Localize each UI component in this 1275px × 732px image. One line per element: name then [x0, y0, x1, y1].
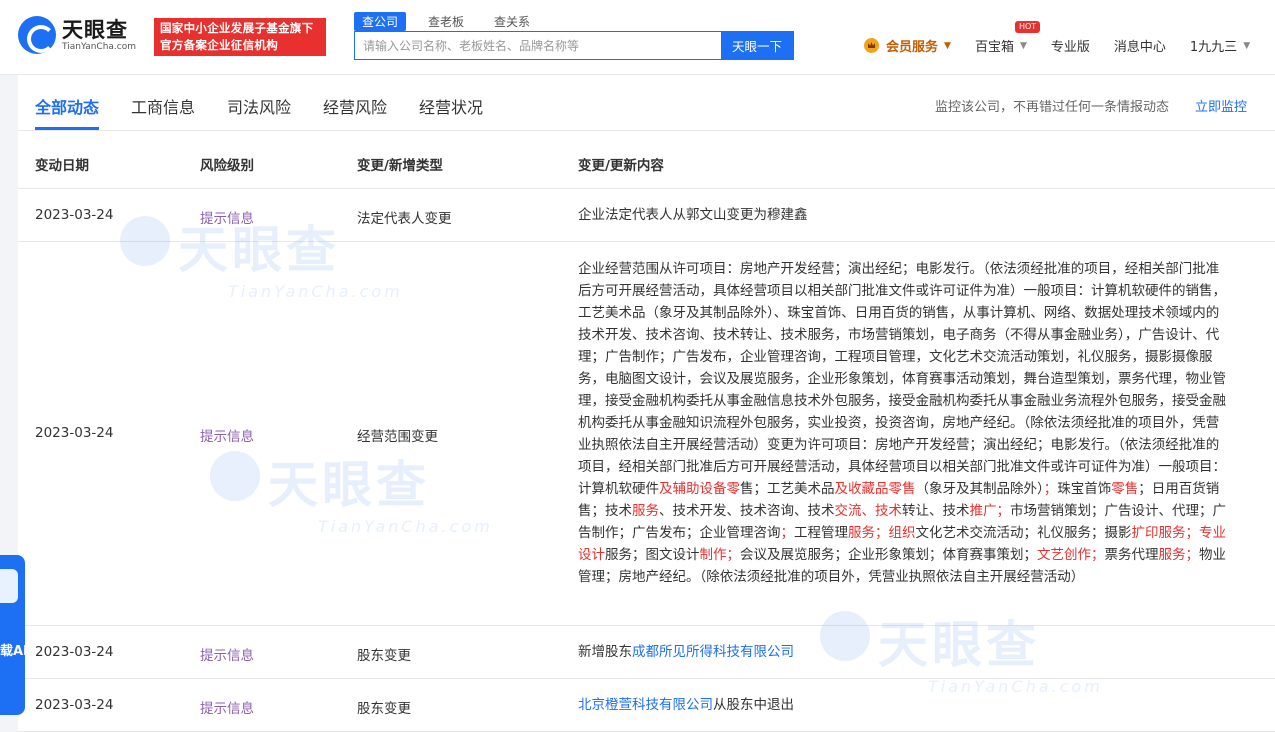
row-risk-level[interactable]: 提示信息: [200, 425, 254, 445]
caret-down-icon: ▼: [944, 40, 951, 51]
highlight-added-text: 零售: [1111, 481, 1139, 497]
logo-name: 天眼查: [62, 17, 128, 42]
qr-code-icon: [0, 569, 18, 603]
hot-badge: HOT: [1014, 21, 1041, 33]
active-tab-indicator: [35, 127, 99, 130]
company-link[interactable]: 成都所见所得科技有限公司: [632, 644, 794, 660]
tab-operating-status[interactable]: 经营状况: [419, 94, 483, 118]
scope-segment-text: 文化艺术交流活动；礼仪服务；摄影: [915, 525, 1132, 541]
tab-operating-risk[interactable]: 经营风险: [323, 94, 387, 118]
row-risk-level[interactable]: 提示信息: [200, 644, 254, 664]
company-link[interactable]: 北京橙萱科技有限公司: [578, 697, 713, 713]
scope-segment-text: 、技术开发、技术咨询、技术: [659, 503, 835, 519]
row-change-type: 股东变更: [357, 701, 411, 717]
top-header: 天眼查 TianYanCha.com 国家中小企业发展子基金旗下 官方备案企业征…: [0, 0, 1275, 75]
highlight-added-text: ；: [1043, 481, 1058, 497]
row-risk-level[interactable]: 提示信息: [200, 697, 254, 717]
row-change-content: 新增股东成都所见所得科技有限公司: [578, 641, 1228, 663]
highlight-added-text: 及辅助设备零: [659, 481, 740, 497]
vip-service-menu[interactable]: 会员服务 ▼: [864, 36, 951, 55]
scope-segment-text: （象牙及其制品除外）: [915, 481, 1044, 497]
dynamics-tabs: 全部动态 工商信息 司法风险 经营风险 经营状况 监控该公司，不再错过任何一条情…: [18, 75, 1275, 131]
download-app-label: 载APP: [0, 644, 25, 659]
search-button[interactable]: 天眼一下: [721, 32, 793, 59]
table-row: 2023-03-24 提示信息 股东变更 北京橙萱科技有限公司从股东中退出: [18, 679, 1275, 732]
search-tab-relation[interactable]: 查关系: [486, 12, 538, 31]
scope-segment-text: 会议及展览服务；企业形象策划；体育赛事策划；: [740, 547, 1037, 563]
header-change-content: 变更/更新内容: [578, 158, 664, 174]
highlight-added-text: 制作；: [699, 547, 741, 563]
row-change-content: 北京橙萱科技有限公司从股东中退出: [578, 694, 1228, 716]
caret-down-icon: ▼: [1243, 40, 1251, 51]
logo-domain: TianYanCha.com: [62, 41, 137, 52]
crown-icon: [864, 38, 879, 53]
content-prefix: 新增股东: [578, 644, 632, 660]
row-change-type: 法定代表人变更: [357, 211, 452, 227]
search-box: 天眼一下: [354, 31, 794, 60]
row-change-type: 股东变更: [357, 648, 411, 664]
table-row: 2023-03-24 提示信息 经营范围变更 企业经营范围从许可项目：房地产开发…: [18, 242, 1275, 626]
table-row: 2023-03-24 提示信息 股东变更 新增股东成都所见所得科技有限公司: [18, 626, 1275, 679]
highlight-added-text: 交流、技术: [834, 503, 903, 519]
highlight-added-text: 文艺创作；: [1037, 547, 1105, 563]
scope-segment-text: 珠宝首饰: [1057, 481, 1112, 497]
row-date: 2023-03-24: [35, 644, 114, 660]
highlight-added-text: 服务；组织: [848, 525, 916, 541]
content-suffix: 从股东中退出: [713, 697, 794, 713]
scope-segment-text: 工程管理: [794, 525, 848, 541]
highlight-added-text: 及收藏品零售: [834, 481, 916, 497]
row-date: 2023-03-24: [35, 425, 114, 441]
highlight-added-text: ；: [780, 525, 795, 541]
monitor-prompt: 监控该公司，不再错过任何一条情报动态: [935, 100, 1170, 115]
highlight-added-text: 推广；: [969, 503, 1011, 519]
search-input[interactable]: [355, 32, 721, 59]
scope-segment-text: 转让、技术: [902, 503, 970, 519]
scope-before-text: 企业经营范围从许可项目：房地产开发经营；演出经纪；电影发行。（依法须经批准的项目…: [578, 261, 1226, 497]
treasure-label: 百宝箱: [974, 40, 1014, 55]
row-date: 2023-03-24: [35, 207, 114, 223]
row-change-content: 企业经营范围从许可项目：房地产开发经营；演出经纪；电影发行。（依法须经批准的项目…: [578, 258, 1228, 588]
user-menu[interactable]: 1九九三 ▼: [1190, 36, 1250, 55]
top-nav: 会员服务 ▼ HOT 百宝箱 ▼ 专业版 消息中心 1九九三 ▼: [864, 21, 1250, 55]
tab-business-info[interactable]: 工商信息: [131, 94, 195, 118]
scope-segment-text: 服务；图文设计: [605, 547, 700, 563]
search-type-tabs: 查公司 查老板 查关系: [354, 12, 552, 31]
main-content: 全部动态 工商信息 司法风险 经营风险 经营状况 监控该公司，不再错过任何一条情…: [18, 75, 1275, 732]
logo[interactable]: 天眼查 TianYanCha.com: [18, 16, 136, 54]
vip-label: 会员服务: [886, 40, 939, 55]
highlight-added-text: 服务: [632, 503, 659, 519]
search-tab-boss[interactable]: 查老板: [420, 12, 472, 31]
message-center-link[interactable]: 消息中心: [1114, 36, 1166, 55]
table-row: 2023-03-24 提示信息 法定代表人变更 企业法定代表人从郭文山变更为穆建…: [18, 189, 1275, 242]
scope-after-text: 及辅助设备零售；工艺美术品及收藏品零售（象牙及其制品除外）；珠宝首饰零售；日用百…: [578, 481, 1226, 585]
row-risk-level[interactable]: 提示信息: [200, 207, 254, 227]
table-header: 变动日期 风险级别 变更/新增类型 变更/更新内容: [18, 131, 1275, 189]
scope-segment-text: 票务代理: [1104, 547, 1159, 563]
gov-badge-line2: 官方备案企业征信机构: [160, 38, 278, 52]
treasure-box-menu[interactable]: HOT 百宝箱 ▼: [974, 21, 1041, 55]
download-app-widget[interactable]: 载APP: [0, 555, 25, 715]
highlight-added-text: 服务；: [1158, 547, 1200, 563]
tab-judicial-risk[interactable]: 司法风险: [227, 94, 291, 118]
monitor-now-link[interactable]: 立即监控: [1195, 96, 1247, 115]
caret-down-icon: ▼: [1019, 40, 1027, 51]
gov-badge-line1: 国家中小企业发展子基金旗下: [160, 21, 314, 35]
user-name: 1九九三: [1189, 40, 1238, 55]
row-date: 2023-03-24: [35, 697, 114, 713]
tab-all-dynamics[interactable]: 全部动态: [35, 94, 99, 118]
header-risk-level: 风险级别: [200, 158, 254, 174]
pro-version-link[interactable]: 专业版: [1051, 36, 1090, 55]
row-change-type: 经营范围变更: [357, 429, 438, 445]
header-date: 变动日期: [35, 158, 89, 174]
scope-segment-text: 售；工艺美术品: [740, 481, 835, 497]
row-change-content: 企业法定代表人从郭文山变更为穆建鑫: [578, 207, 808, 223]
header-change-type: 变更/新增类型: [357, 158, 443, 174]
search-tab-company[interactable]: 查公司: [354, 12, 407, 31]
logo-eye-icon: [18, 16, 56, 54]
gov-badge: 国家中小企业发展子基金旗下 官方备案企业征信机构: [154, 18, 326, 56]
